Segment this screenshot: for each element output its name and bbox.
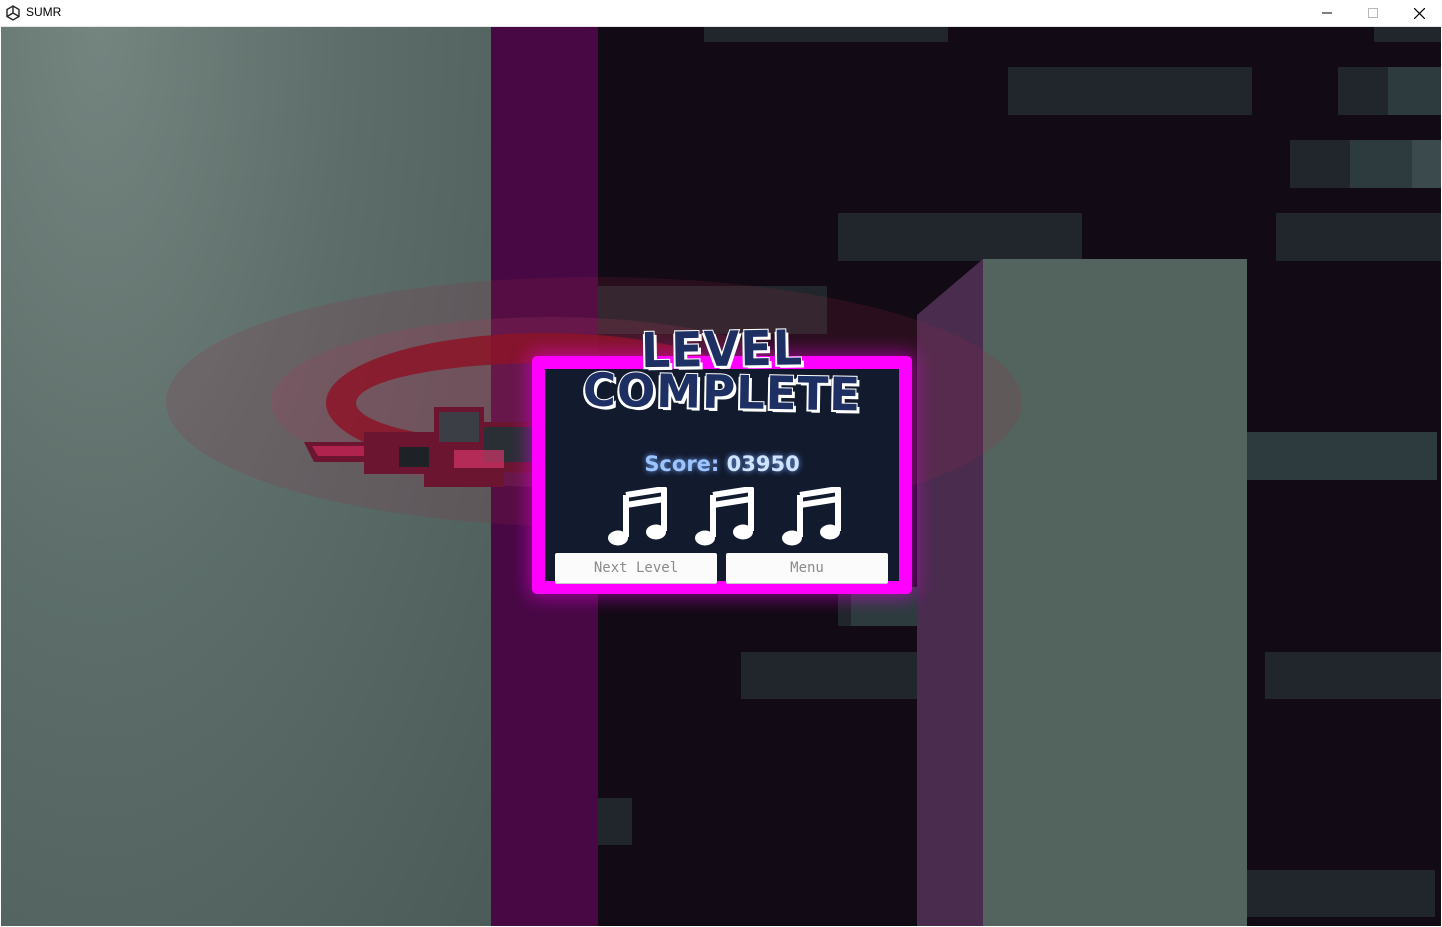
level-complete-dialog: Score: 03950 Next Level Menu LEVEL COMPL… xyxy=(532,318,912,594)
bg-block xyxy=(838,213,1082,261)
bg-block xyxy=(1388,67,1441,115)
window-title: SUMR xyxy=(26,5,62,19)
close-button[interactable] xyxy=(1396,0,1442,26)
score-display: Score: 03950 xyxy=(545,452,899,476)
bg-block xyxy=(1338,67,1388,115)
bg-block xyxy=(1008,67,1252,115)
score-value: 03950 xyxy=(726,452,800,476)
music-note-icon xyxy=(608,487,667,546)
bg-block xyxy=(1374,27,1441,42)
next-level-button[interactable]: Next Level xyxy=(555,553,717,583)
music-notes-rating xyxy=(607,487,843,547)
minimize-icon xyxy=(1322,12,1332,14)
bg-block xyxy=(1350,140,1412,188)
game-viewport[interactable]: Score: 03950 Next Level Menu LEVEL COMPL… xyxy=(1,27,1441,926)
bg-block xyxy=(1247,432,1437,480)
music-note-icon xyxy=(695,487,754,546)
minimize-button[interactable] xyxy=(1304,0,1350,26)
maximize-icon xyxy=(1368,8,1378,18)
bg-block xyxy=(1276,213,1441,261)
bg-block xyxy=(1247,870,1435,917)
bg-block xyxy=(1290,140,1350,188)
bg-block xyxy=(741,652,917,699)
bg-block xyxy=(598,798,632,845)
close-icon xyxy=(1413,7,1425,19)
score-label: Score: xyxy=(644,452,720,476)
bg-block xyxy=(1265,652,1441,699)
bg-block xyxy=(1412,140,1441,188)
pillar-face xyxy=(983,259,1247,926)
title-complete: COMPLETE xyxy=(581,362,862,423)
music-note-icon xyxy=(782,487,841,546)
window-title-bar[interactable]: SUMR xyxy=(0,0,1442,27)
player-ship xyxy=(304,407,539,487)
menu-button[interactable]: Menu xyxy=(726,553,888,583)
maximize-button[interactable] xyxy=(1350,0,1396,26)
bg-block xyxy=(704,27,948,42)
unity-logo-icon xyxy=(6,5,20,21)
